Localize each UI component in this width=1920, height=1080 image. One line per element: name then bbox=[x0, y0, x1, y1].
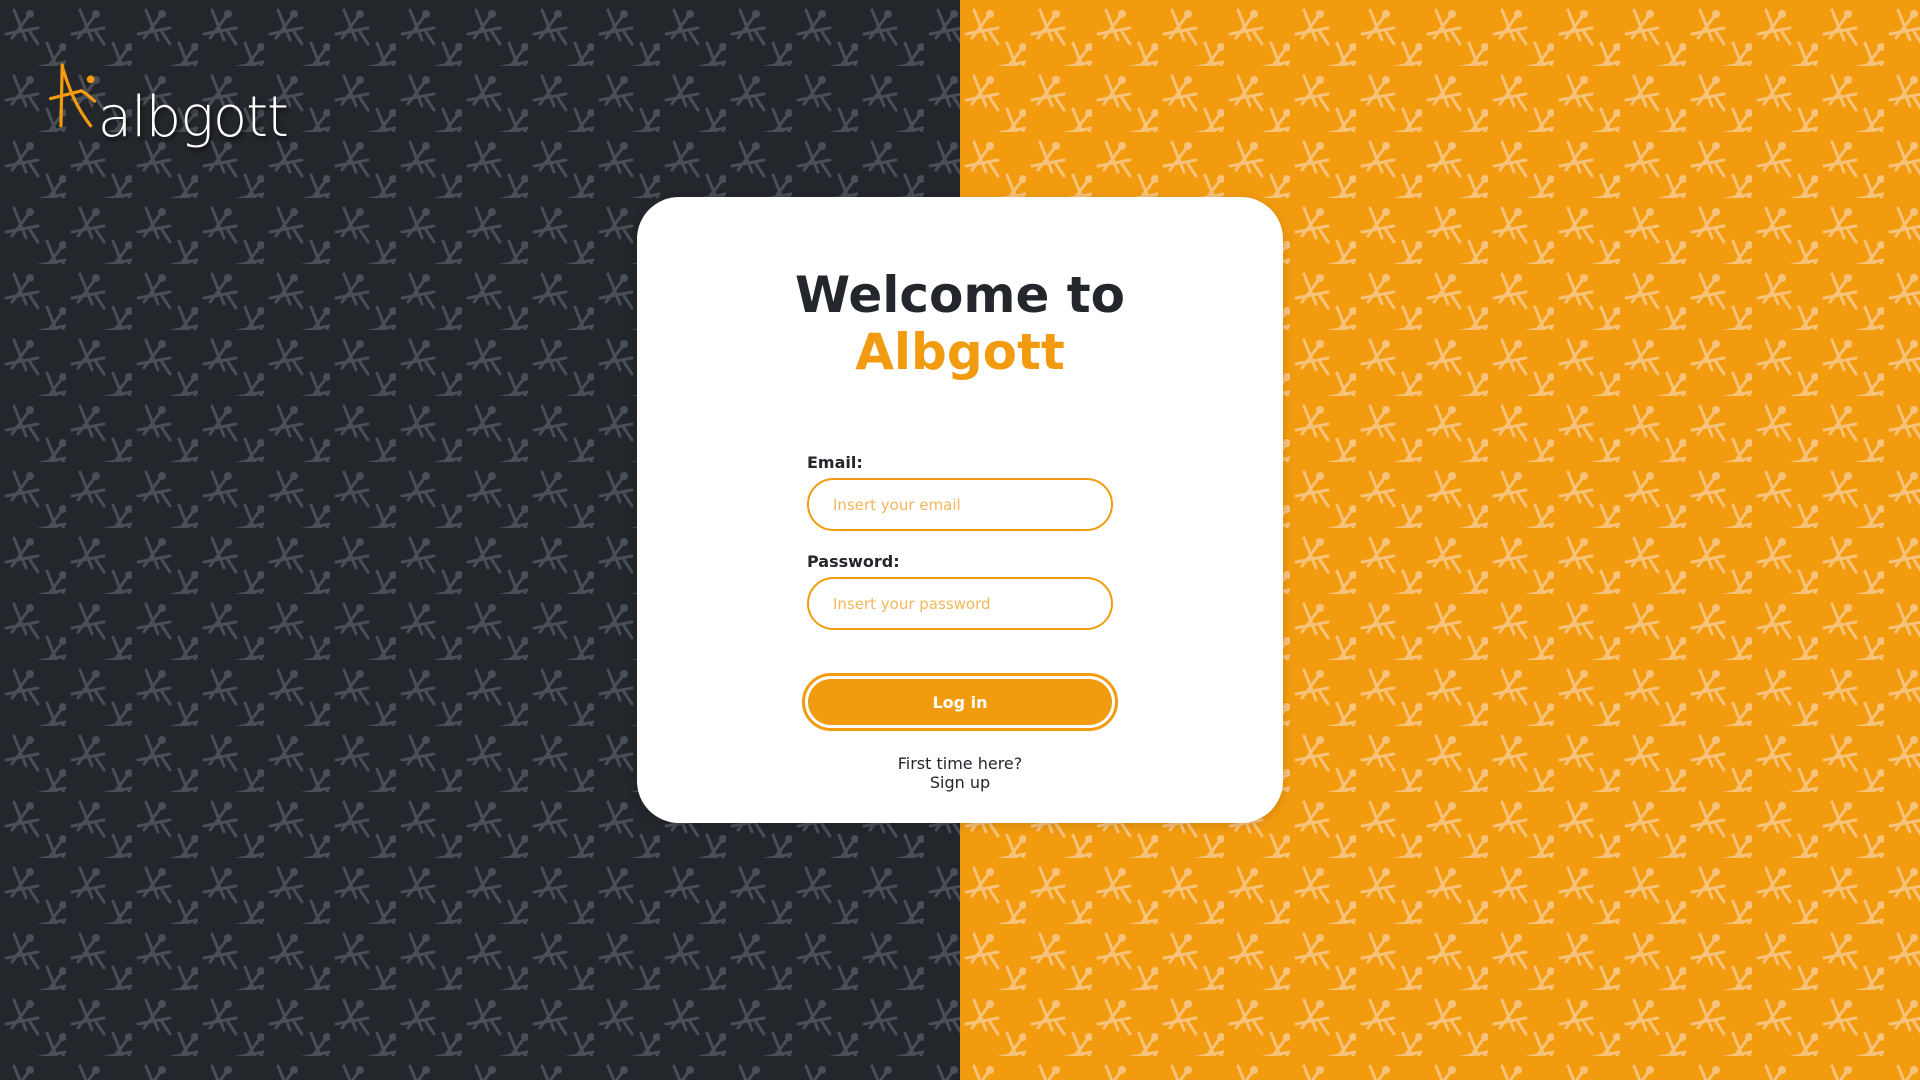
title-welcome: Welcome to bbox=[794, 266, 1126, 324]
login-button[interactable]: Log in bbox=[802, 673, 1118, 731]
brand-wordmark: albgott bbox=[97, 85, 289, 150]
password-field[interactable] bbox=[807, 577, 1113, 630]
login-form: Email: Password: bbox=[807, 454, 1113, 630]
field-spacer bbox=[807, 531, 1113, 553]
login-card: Welcome to Albgott Email: Password: Log … bbox=[637, 197, 1283, 823]
password-label: Password: bbox=[807, 552, 900, 571]
signup-prompt-block: First time here? Sign up bbox=[637, 754, 1283, 792]
signup-prompt: First time here? bbox=[897, 754, 1023, 773]
brand-logo[interactable]: albgott bbox=[48, 38, 289, 150]
email-label: Email: bbox=[807, 453, 863, 472]
email-field[interactable] bbox=[807, 478, 1113, 531]
page-title: Welcome to Albgott bbox=[637, 267, 1283, 381]
albgott-figure-logo-icon bbox=[48, 63, 96, 128]
title-brand: Albgott bbox=[855, 323, 1065, 381]
login-page: albgott Welcome to Albgott Email: Insert… bbox=[0, 0, 1920, 1080]
login-button-label: Log in bbox=[808, 679, 1112, 725]
signup-link[interactable]: Sign up bbox=[930, 773, 990, 792]
